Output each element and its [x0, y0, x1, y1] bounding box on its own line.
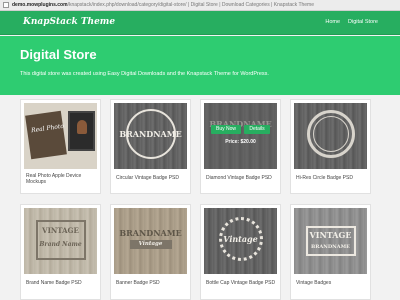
product-title[interactable]: Hi-Res Circle Badge PSD — [296, 175, 368, 181]
product-card[interactable]: BRANDNAME Circular Vintage Badge PSD — [110, 99, 191, 194]
product-title[interactable]: Brand Name Badge PSD — [26, 280, 98, 286]
product-card[interactable]: Vintage Bottle Cap Vintage Badge PSD — [200, 204, 281, 300]
product-card[interactable]: Hi-Res Circle Badge PSD — [290, 99, 371, 194]
product-image[interactable]: BRANDNAME Buy Now Details Price: $20.00 — [204, 103, 277, 169]
details-button[interactable]: Details — [244, 125, 270, 134]
url-field[interactable]: demo.mowplugins.com/knapstack/index.php/… — [12, 1, 392, 10]
product-card[interactable]: BRANDNAME Buy Now Details Price: $20.00 … — [200, 99, 281, 194]
main-nav: Home Digital Store — [325, 19, 378, 25]
product-title[interactable]: Bottle Cap Vintage Badge PSD — [206, 280, 278, 286]
product-image[interactable] — [294, 103, 367, 169]
product-image[interactable]: BRANDNAME — [114, 103, 187, 169]
product-card[interactable]: Real Photo Real Photo Apple Device Mocku… — [20, 99, 101, 194]
badge-text: Vintage — [223, 234, 258, 244]
badge-subtext: Brand Name — [39, 241, 82, 248]
person-photo — [77, 120, 87, 134]
page-description: This digital store was created using Eas… — [20, 71, 269, 77]
site-header: KnapStack Theme Home Digital Store — [0, 11, 400, 35]
page: demo.mowplugins.com/knapstack/index.php/… — [0, 0, 400, 300]
page-icon — [3, 2, 9, 8]
product-title[interactable]: Real Photo Apple Device Mockups — [26, 173, 98, 185]
product-title[interactable]: Vintage Badges — [296, 280, 368, 286]
product-title[interactable]: Circular Vintage Badge PSD — [116, 175, 188, 181]
nav-home[interactable]: Home — [325, 19, 340, 25]
hover-overlay — [204, 103, 277, 169]
product-card[interactable]: BRANDNAME Vintage Banner Badge PSD — [110, 204, 191, 300]
product-image[interactable]: BRANDNAME Vintage — [114, 208, 187, 274]
page-title: Digital Store — [20, 47, 97, 62]
browser-address-bar[interactable]: demo.mowplugins.com/knapstack/index.php/… — [0, 0, 400, 11]
buy-now-button[interactable]: Buy Now — [211, 125, 241, 134]
badge-subtext: BRANDNAME — [311, 244, 350, 250]
badge-subtext: Vintage — [138, 241, 163, 247]
product-image[interactable]: Vintage — [204, 208, 277, 274]
product-image[interactable]: Real Photo — [24, 103, 97, 169]
product-card[interactable]: VINTAGE BRANDNAME Vintage Badges — [290, 204, 371, 300]
product-price: Price: $20.00 — [225, 139, 256, 145]
site-title[interactable]: KnapStack Theme — [23, 17, 115, 27]
product-card[interactable]: VINTAGE Brand Name Brand Name Badge PSD — [20, 204, 101, 300]
hero-banner: Digital Store This digital store was cre… — [0, 36, 400, 95]
badge-text: BRANDNAME — [119, 129, 182, 139]
tablet-mockup — [25, 110, 67, 160]
nav-digital-store[interactable]: Digital Store — [348, 19, 378, 25]
phone-mockup — [68, 111, 95, 151]
badge-text: BRANDNAME — [119, 228, 182, 238]
url-path: /knapstack/index.php/download/category/d… — [67, 2, 315, 8]
url-host: demo.mowplugins.com — [12, 2, 68, 8]
badge-text: VINTAGE — [309, 230, 352, 240]
product-title[interactable]: Banner Badge PSD — [116, 280, 188, 286]
badge-text: VINTAGE — [42, 226, 79, 235]
circle-badge-inner — [313, 116, 349, 152]
product-image[interactable]: VINTAGE BRANDNAME — [294, 208, 367, 274]
product-image[interactable]: VINTAGE Brand Name — [24, 208, 97, 274]
product-title[interactable]: Diamond Vintage Badge PSD — [206, 175, 278, 181]
